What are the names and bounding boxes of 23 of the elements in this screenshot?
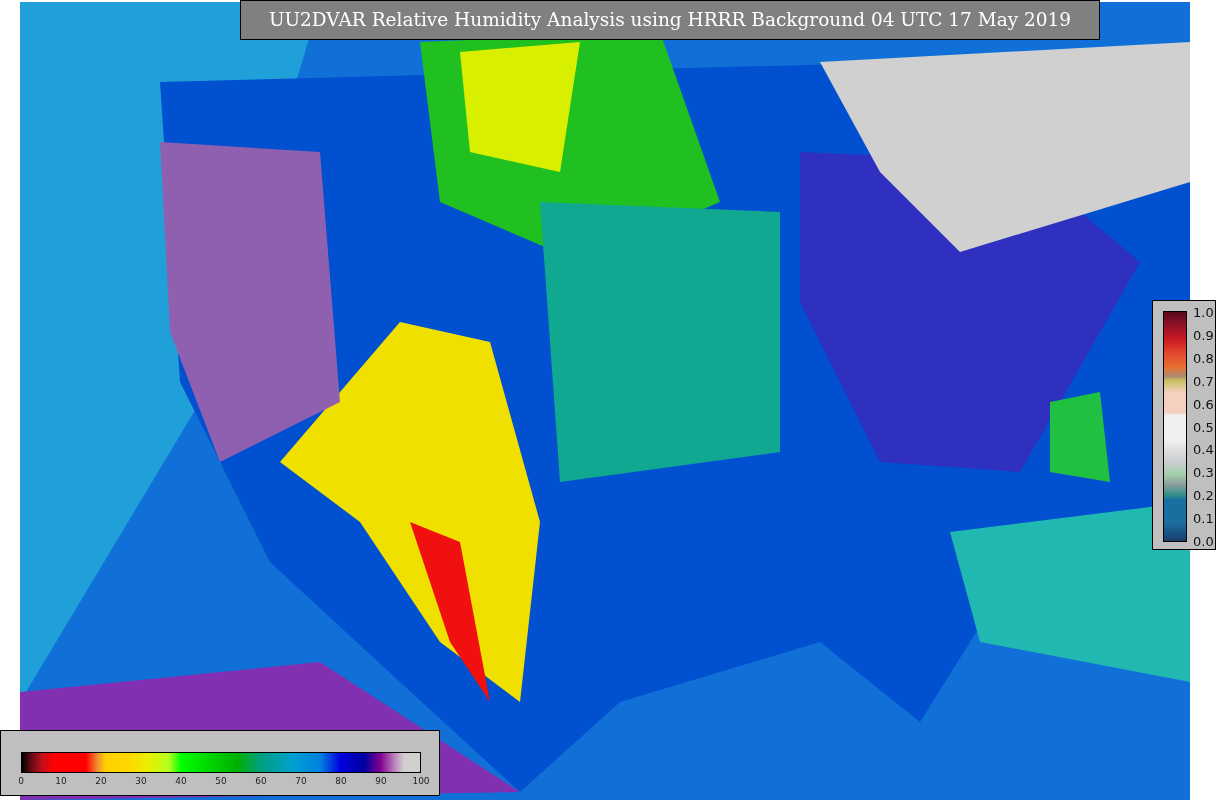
tick-label: 0.7 — [1193, 374, 1214, 388]
tick-label: 0.1 — [1193, 511, 1214, 525]
tick-label: 40 — [175, 777, 187, 786]
tick-label: 0.9 — [1193, 328, 1214, 342]
tick-label: 0.6 — [1193, 397, 1214, 411]
tick-label: 0.5 — [1193, 420, 1214, 433]
tick-label: 0 — [18, 777, 24, 786]
tick-label: 1.0 — [1193, 305, 1214, 319]
tick-label: 100 — [412, 777, 430, 786]
tick-label: 0.2 — [1193, 488, 1214, 502]
tick-label: 0.4 — [1193, 442, 1214, 456]
tick-label: 10 — [55, 777, 67, 786]
tick-label: 50 — [215, 777, 227, 786]
tick-label: 80 — [335, 777, 347, 786]
map-title: UU2DVAR Relative Humidity Analysis using HRRR Background 04 UTC 17 May 2019 — [240, 0, 1100, 40]
tick-label: 20 — [95, 777, 107, 786]
tick-label: 0.0 — [1193, 534, 1214, 548]
tick-label: 90 — [375, 777, 387, 786]
tick-label: 70 — [295, 777, 307, 786]
tick-label: 30 — [135, 777, 147, 786]
tick-label: 0.3 — [1193, 465, 1214, 479]
tick-label: 60 — [255, 777, 267, 786]
tick-label: 0.8 — [1193, 351, 1214, 365]
